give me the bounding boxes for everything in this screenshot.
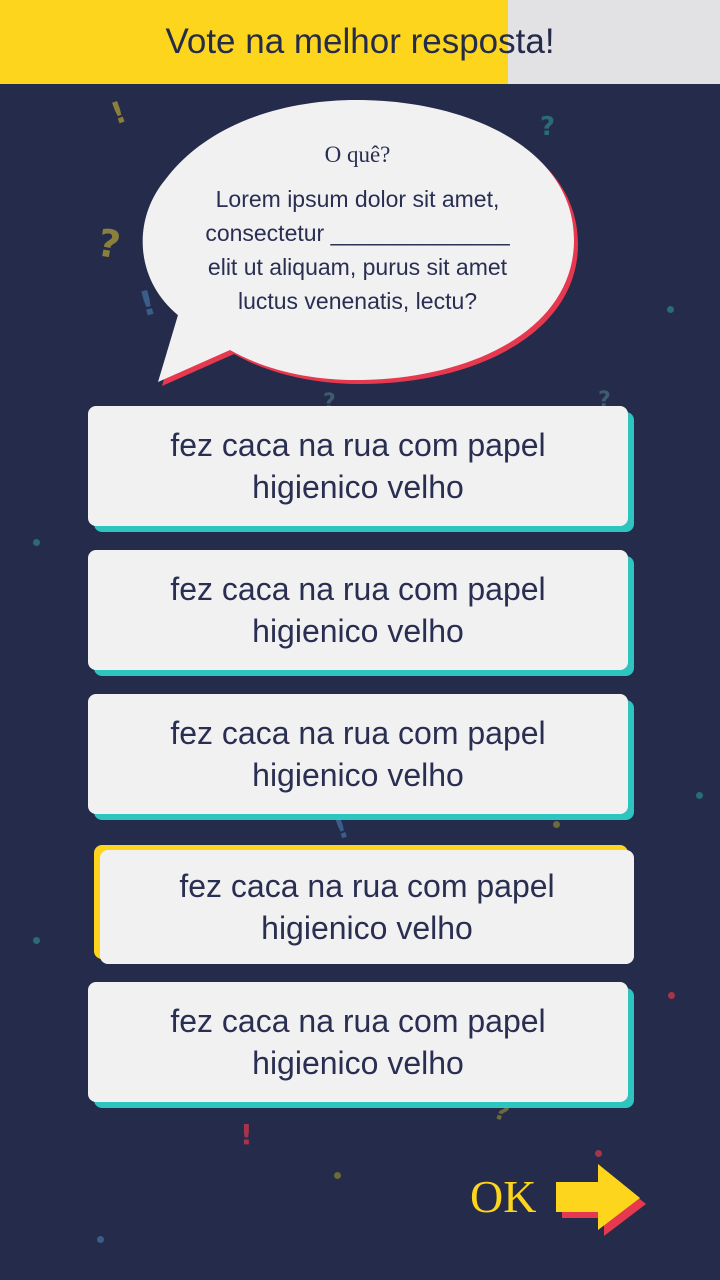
dot-decoration: [334, 1172, 341, 1179]
answer-line: fez caca na rua com papel: [170, 1003, 546, 1039]
page-title: Vote na melhor resposta!: [165, 22, 555, 61]
answer-line: fez caca na rua com papel: [170, 427, 546, 463]
answer-line: fez caca na rua com papel: [179, 868, 555, 904]
answer-line: higienico velho: [252, 469, 464, 505]
answer-line: higienico velho: [252, 1045, 464, 1081]
question-decoration: ?: [94, 220, 124, 268]
answer-line: higienico velho: [252, 613, 464, 649]
answer-text: fez caca na rua com papel higienico velh…: [179, 865, 554, 949]
ok-button[interactable]: OK: [466, 1160, 656, 1240]
right-arrow-icon: [556, 1164, 646, 1236]
question-text: Lorem ipsum dolor sit amet, consectetur …: [175, 182, 540, 318]
dot-decoration: [667, 306, 674, 313]
header-bar: Vote na melhor resposta!: [0, 0, 720, 84]
answer-option-1[interactable]: fez caca na rua com papel higienico velh…: [88, 406, 628, 526]
exclamation-decoration: !: [106, 94, 132, 133]
answer-line: higienico velho: [252, 757, 464, 793]
answer-text: fez caca na rua com papel higienico velh…: [170, 1000, 545, 1084]
question-line: consectetur ______________: [205, 220, 510, 246]
answer-line: fez caca na rua com papel: [170, 715, 546, 751]
answer-option-4-selected[interactable]: fez caca na rua com papel higienico velh…: [100, 850, 634, 964]
dot-decoration: [696, 792, 703, 799]
ok-label: OK: [470, 1171, 537, 1222]
dot-decoration: [595, 1150, 602, 1157]
dot-decoration: [97, 1236, 104, 1243]
question-line: luctus venenatis, lectu?: [237, 288, 478, 314]
dot-decoration: [668, 992, 675, 999]
answer-option-5[interactable]: fez caca na rua com papel higienico velh…: [88, 982, 628, 1102]
question-line: Lorem ipsum dolor sit amet,: [215, 186, 500, 212]
question-bubble: O quê? Lorem ipsum dolor sit amet, conse…: [130, 100, 590, 400]
answer-option-2[interactable]: fez caca na rua com papel higienico velh…: [88, 550, 628, 670]
answer-text: fez caca na rua com papel higienico velh…: [170, 712, 545, 796]
exclamation-decoration: !: [240, 1118, 253, 1151]
question-title: O quê?: [324, 142, 391, 167]
dot-decoration: [33, 937, 40, 944]
answer-text: fez caca na rua com papel higienico velh…: [170, 424, 545, 508]
answer-line: fez caca na rua com papel: [170, 571, 546, 607]
question-line: elit ut aliquam, purus sit amet: [207, 254, 508, 280]
answer-line: higienico velho: [261, 910, 473, 946]
answer-option-3[interactable]: fez caca na rua com papel higienico velh…: [88, 694, 628, 814]
exclamation-decoration: !: [329, 810, 354, 847]
dot-decoration: [553, 821, 560, 828]
answer-text: fez caca na rua com papel higienico velh…: [170, 568, 545, 652]
dot-decoration: [33, 539, 40, 546]
